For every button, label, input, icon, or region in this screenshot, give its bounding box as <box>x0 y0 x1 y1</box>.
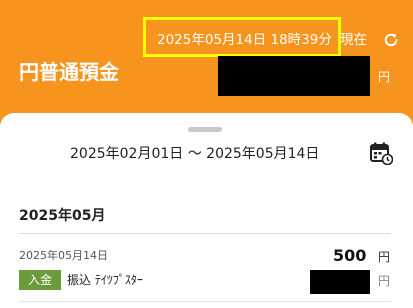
transaction-currency: 円 <box>378 250 391 264</box>
last-updated-timestamp: 2025年05月14日 18時39分 <box>157 32 332 48</box>
transaction-balance-currency: 円 <box>378 274 391 288</box>
account-name: 円普通預金 <box>19 60 119 84</box>
transaction-amount: 500 <box>333 246 367 265</box>
balance-currency: 円 <box>378 70 391 84</box>
divider <box>19 301 391 302</box>
month-header: 2025年05月 <box>19 208 106 224</box>
calendar-icon[interactable] <box>369 141 393 165</box>
date-range: 2025年02月01日 ～ 2025年05月14日 <box>70 146 320 162</box>
divider <box>19 233 391 234</box>
drag-handle[interactable] <box>188 127 222 132</box>
transaction-description: 振込 ﾃｲﾂﾌﾟｽﾀｰ <box>67 273 143 287</box>
balance-redacted <box>218 56 370 96</box>
transaction-balance-redacted <box>310 270 370 294</box>
deposit-badge: 入金 <box>19 270 61 290</box>
transaction-date: 2025年05月14日 <box>19 249 108 262</box>
as-of-label: 現在 <box>340 32 367 48</box>
refresh-icon[interactable] <box>382 31 400 49</box>
